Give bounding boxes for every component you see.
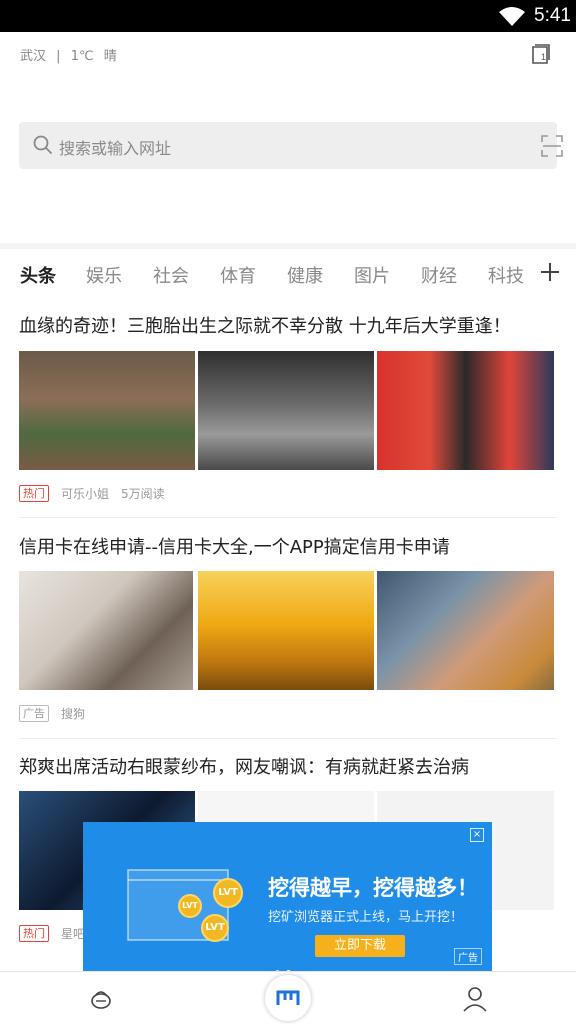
- article-divider: [19, 517, 557, 518]
- tab-entertainment[interactable]: 娱乐: [86, 262, 122, 288]
- ad-banner[interactable]: × LVT LVT LVT 挖得越早，挖得越多！ 挖矿浏览器正式上线，马上开挖！…: [83, 822, 492, 971]
- download-button[interactable]: 立即下载: [315, 935, 405, 957]
- article-thumbnail[interactable]: [198, 351, 374, 470]
- coin-icon: LVT: [213, 878, 243, 908]
- profile-icon[interactable]: [460, 984, 490, 1014]
- article-divider: [19, 738, 557, 739]
- bee-icon[interactable]: [86, 984, 116, 1014]
- article-thumbnail[interactable]: [198, 571, 374, 690]
- tab-health[interactable]: 健康: [287, 262, 323, 288]
- tab-finance[interactable]: 财经: [421, 262, 457, 288]
- article-meta: 热门 可乐小姐 5万阅读: [19, 485, 177, 502]
- home-button[interactable]: [265, 975, 311, 1021]
- home-logo-icon: [276, 990, 300, 1005]
- ad-label: 广告: [454, 948, 482, 965]
- tab-pictures[interactable]: 图片: [354, 262, 390, 288]
- scan-icon[interactable]: [541, 135, 563, 157]
- tab-headlines[interactable]: 头条: [20, 262, 56, 288]
- ad-tag: 广告: [19, 705, 49, 722]
- weather-divider: |: [56, 49, 61, 64]
- search-icon: [33, 135, 53, 155]
- status-bar: 5:41: [0, 0, 576, 32]
- status-time: 5:41: [534, 5, 571, 26]
- article-meta: 广告 搜狗: [19, 705, 97, 722]
- coin-icon: LVT: [201, 914, 229, 942]
- article-thumbnail[interactable]: [377, 351, 554, 470]
- add-category-icon[interactable]: [540, 262, 560, 282]
- search-placeholder: 搜索或输入网址: [59, 139, 172, 158]
- search-bar[interactable]: 搜索或输入网址: [19, 122, 563, 169]
- article-source: 搜狗: [61, 707, 86, 721]
- tabs-icon[interactable]: 1: [530, 43, 552, 67]
- close-icon[interactable]: ×: [470, 828, 484, 842]
- hot-tag: 热门: [19, 485, 49, 502]
- article-title[interactable]: 信用卡在线申请--信用卡大全,一个APP搞定信用卡申请: [19, 533, 450, 559]
- wifi-icon: [499, 7, 525, 26]
- article-thumbnail[interactable]: [19, 351, 195, 470]
- banner-title: 挖得越早，挖得越多！: [268, 876, 478, 900]
- temperature-label: 1℃: [70, 49, 94, 64]
- tab-tech[interactable]: 科技: [488, 262, 524, 288]
- article-source: 可乐小姐: [61, 487, 110, 501]
- category-tabs: 头条 娱乐 社会 体育 健康 图片 财经 科技: [0, 249, 576, 297]
- hot-tag: 热门: [19, 925, 49, 942]
- article-title[interactable]: 血缘的奇迹！三胞胎出生之际就不幸分散 十九年后大学重逢！: [19, 312, 511, 338]
- tab-count: 1: [541, 52, 546, 62]
- weather-condition: 晴: [103, 49, 117, 64]
- city-label: 武汉: [20, 49, 47, 64]
- article-source: 星吧: [61, 927, 86, 941]
- weather-info[interactable]: 武汉 | 1℃ 晴: [20, 45, 123, 64]
- tab-sports[interactable]: 体育: [220, 262, 256, 288]
- article-title[interactable]: 郑爽出席活动右眼蒙纱布，网友嘲讽：有病就赶紧去治病: [19, 753, 469, 779]
- article-reads: 5万阅读: [121, 487, 165, 501]
- article-thumbnail[interactable]: [377, 571, 554, 690]
- banner-subtitle: 挖矿浏览器正式上线，马上开挖！: [268, 910, 464, 925]
- coin-icon: LVT: [178, 894, 202, 918]
- tab-society[interactable]: 社会: [153, 262, 189, 288]
- article-thumbnail[interactable]: [19, 571, 193, 690]
